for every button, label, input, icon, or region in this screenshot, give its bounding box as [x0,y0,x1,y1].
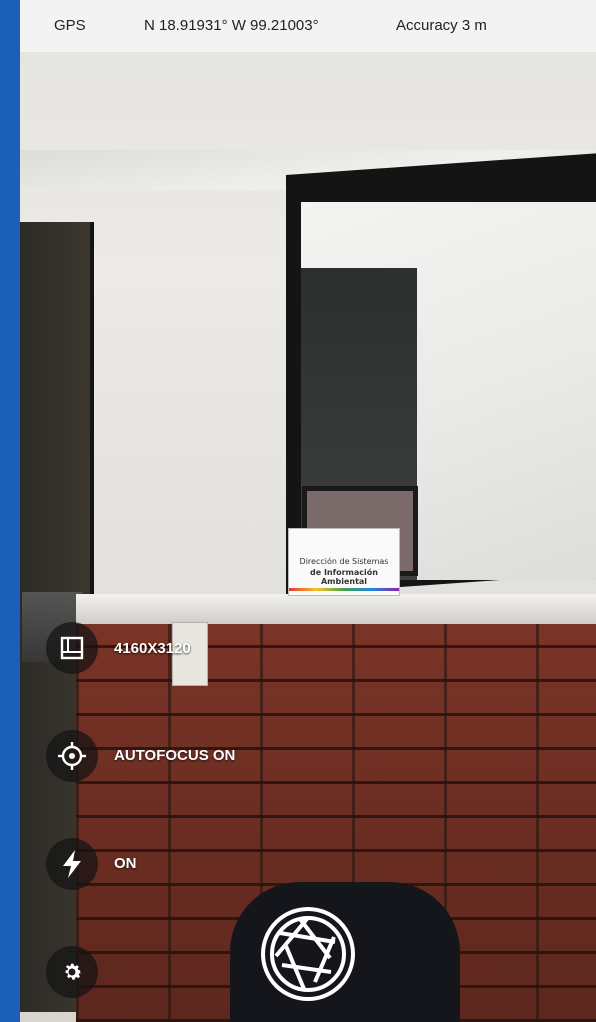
shutter-icon [261,907,355,1001]
autofocus-label[interactable]: AUTOFOCUS ON [114,747,235,764]
gps-accuracy: Accuracy 3 m [396,17,487,34]
preview-window-sill [76,594,596,624]
sign-line-2: de Información Ambiental [310,568,378,586]
resolution-button[interactable] [46,622,98,674]
gps-status-bar: GPS N 18.91931° W 99.21003° Accuracy 3 m [20,0,596,52]
resolution-label[interactable]: 4160X3120 [114,640,191,657]
crosshair-icon [58,742,86,770]
settings-button[interactable] [46,946,98,998]
shutter-button[interactable] [258,904,358,1004]
flash-button[interactable] [46,838,98,890]
sign-line-1: Dirección de Sistemas [299,557,389,566]
gps-coordinates: N 18.91931° W 99.21003° [144,17,319,34]
camera-viewport[interactable]: GPS N 18.91931° W 99.21003° Accuracy 3 m… [20,0,596,1022]
preview-sign: Dirección de Sistemas de Información Amb… [288,528,400,596]
sign-stripe [289,588,399,591]
flash-icon [63,850,81,878]
flash-label[interactable]: ON [114,855,137,872]
gps-label: GPS [54,17,86,34]
autofocus-button[interactable] [46,730,98,782]
image-size-icon [60,636,84,660]
gear-icon [65,963,82,980]
